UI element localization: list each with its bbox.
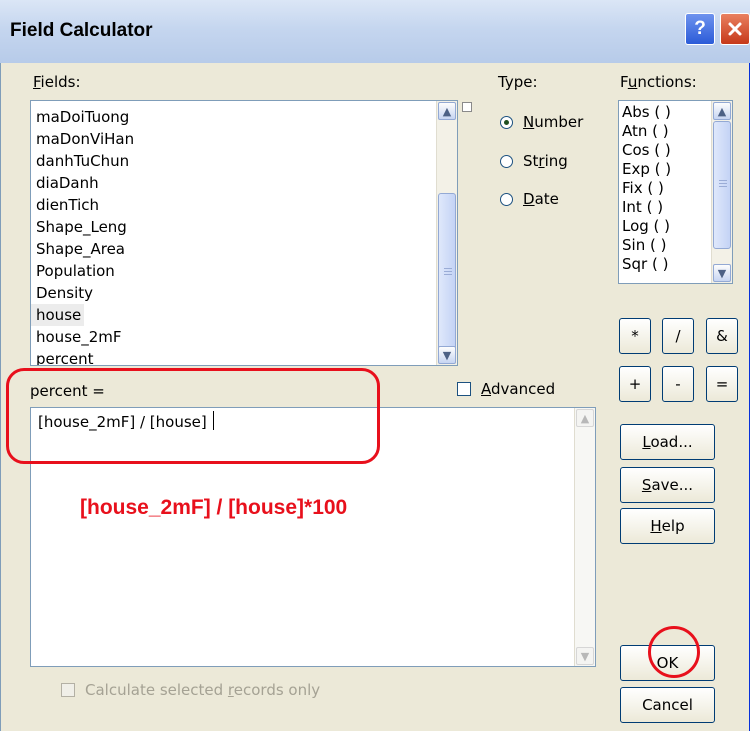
function-list-item[interactable]: Cos ( ) [619, 141, 671, 160]
functions-listbox[interactable]: Abs ( ) Atn ( ) Cos ( ) Exp ( ) Fix ( ) Int (… [618, 100, 733, 284]
radio-string-label: String [523, 152, 568, 170]
radio-number-label: Number [523, 113, 584, 131]
minus-button[interactable]: - [662, 366, 694, 402]
field-list-item[interactable]: Density [31, 282, 134, 304]
calculate-selected-checkbox[interactable] [61, 683, 75, 697]
functions-label: Functions: [620, 73, 697, 91]
radio-date-label: Date [523, 190, 559, 208]
annotation-circle-ok [648, 626, 700, 678]
field-list-item[interactable]: Shape_Area [31, 238, 134, 260]
function-list-item[interactable]: Int ( ) [619, 198, 671, 217]
type-label: Type: [498, 73, 538, 91]
arrow-down-icon: ▼ [442, 348, 452, 362]
function-list-item[interactable]: Fix ( ) [619, 179, 671, 198]
func-scroll-thumb[interactable] [713, 121, 731, 249]
question-mark-icon: ? [694, 18, 706, 39]
cancel-button[interactable]: Cancel [620, 687, 715, 723]
field-list-item[interactable]: diaDanh [31, 172, 134, 194]
func-scroll-down-button[interactable]: ▼ [713, 264, 731, 282]
fields-rows: maDoiTuong maDonViHan danhTuChun diaDanh die… [31, 106, 134, 365]
arrow-down-icon: ▼ [717, 266, 727, 280]
field-list-item[interactable]: house_2mF [31, 326, 134, 348]
expr-scroll-up-button[interactable]: ▲ [576, 409, 594, 427]
function-list-item[interactable]: Exp ( ) [619, 160, 671, 179]
function-list-item[interactable]: Sqr ( ) [619, 255, 671, 274]
concat-button[interactable]: & [706, 318, 738, 354]
annotation-highlight-expression [6, 368, 380, 464]
fields-scrollbar[interactable]: ▲ ▼ [436, 101, 457, 365]
field-list-item[interactable]: Population [31, 260, 134, 282]
resize-grip-icon[interactable] [462, 102, 472, 112]
function-list-item[interactable]: Sin ( ) [619, 236, 671, 255]
close-icon [728, 22, 742, 36]
arrow-up-icon: ▲ [580, 411, 590, 425]
function-list-item[interactable]: Atn ( ) [619, 122, 671, 141]
arrow-up-icon: ▲ [717, 104, 727, 118]
help-title-button[interactable]: ? [685, 13, 715, 45]
expr-scroll-down-button[interactable]: ▼ [576, 647, 594, 665]
multiply-button[interactable]: * [619, 318, 651, 354]
fields-label: Fields: [33, 73, 81, 91]
func-scroll-up-button[interactable]: ▲ [713, 102, 731, 120]
advanced-checkbox[interactable] [457, 382, 471, 396]
equals-button[interactable]: = [706, 366, 738, 402]
advanced-label: Advanced [481, 380, 556, 398]
function-list-item[interactable]: Abs ( ) [619, 103, 671, 122]
scroll-down-button[interactable]: ▼ [438, 346, 456, 364]
window-title: Field Calculator [10, 20, 153, 41]
radio-string[interactable] [500, 155, 513, 168]
divide-button[interactable]: / [662, 318, 694, 354]
calculate-selected-label: Calculate selected records only [85, 681, 321, 699]
load-button[interactable]: Load... [620, 424, 715, 460]
annotation-note: [house_2mF] / [house]*100 [80, 496, 348, 519]
field-list-item[interactable]: danhTuChun [31, 150, 134, 172]
save-button[interactable]: Save... [620, 467, 715, 503]
field-list-item[interactable]: maDoiTuong [31, 106, 134, 128]
fields-listbox[interactable]: maDoiTuong maDonViHan danhTuChun diaDanh die… [30, 100, 458, 366]
field-list-item[interactable]: dienTich [31, 194, 134, 216]
scroll-up-button[interactable]: ▲ [438, 102, 456, 120]
plus-button[interactable]: + [619, 366, 651, 402]
radio-number[interactable] [500, 116, 513, 129]
functions-rows: Abs ( ) Atn ( ) Cos ( ) Exp ( ) Fix ( ) Int (… [619, 103, 671, 274]
functions-scrollbar[interactable]: ▲ ▼ [711, 101, 732, 283]
title-bar: Field Calculator ? [0, 0, 750, 63]
radio-date[interactable] [500, 193, 513, 206]
field-list-item[interactable]: percent [31, 348, 134, 365]
field-list-item[interactable]: maDonViHan [31, 128, 134, 150]
close-button[interactable] [720, 13, 750, 45]
expression-scrollbar[interactable]: ▲ ▼ [574, 408, 595, 666]
arrow-down-icon: ▼ [580, 649, 590, 663]
function-list-item[interactable]: Log ( ) [619, 217, 671, 236]
field-list-item[interactable]: Shape_Leng [31, 216, 134, 238]
scroll-thumb[interactable] [438, 193, 456, 353]
arrow-up-icon: ▲ [442, 104, 452, 118]
help-button[interactable]: Help [620, 508, 715, 544]
field-list-item[interactable]: house [31, 304, 84, 326]
